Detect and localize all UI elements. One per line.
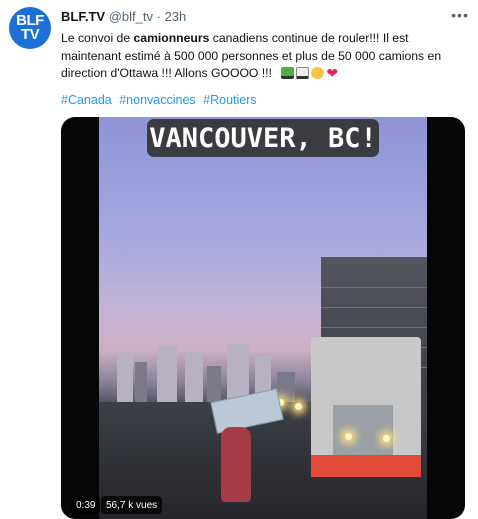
tweet[interactable]: BLF TV BLF.TV @blf_tv · 23h ••• Le convo… — [0, 0, 478, 519]
video-caption-banner: VANCOUVER, BC! — [147, 119, 379, 157]
truck-emoji-icon — [281, 67, 295, 79]
video-caption-text: VANCOUVER, BC! — [149, 122, 377, 154]
separator: · — [156, 9, 161, 24]
hashtag-link[interactable]: #nonvaccines — [119, 93, 195, 107]
hashtag-link[interactable]: #Canada — [61, 93, 112, 107]
tweet-header: BLF.TV @blf_tv · 23h — [61, 9, 186, 24]
video-views: 56,7 k vues — [101, 496, 163, 514]
tweet-text-bold: camionneurs — [133, 31, 210, 45]
video-player[interactable]: VANCOUVER, BC! 0:39 56,7 k vues — [61, 117, 465, 519]
truck-emoji-icon — [296, 67, 310, 79]
avatar-logo-line2: TV — [20, 26, 40, 43]
tweet-text-part1: Le convoi de — [61, 31, 134, 45]
display-name[interactable]: BLF.TV — [61, 9, 105, 24]
more-icon[interactable]: ••• — [448, 6, 472, 24]
emoji-group: ❤ — [281, 65, 339, 81]
headlight — [383, 435, 390, 442]
headlight — [345, 433, 352, 440]
fist-emoji-icon — [311, 67, 325, 79]
headlight — [295, 403, 302, 410]
avatar[interactable]: BLF TV — [9, 7, 51, 49]
video-duration: 0:39 — [71, 496, 101, 514]
tweet-text: Le convoi de camionneurs canadiens conti… — [61, 30, 466, 83]
truck — [311, 337, 421, 477]
hashtags: #Canada #nonvaccines #Routiers — [61, 93, 261, 107]
video-frame[interactable] — [99, 117, 427, 519]
person — [221, 427, 251, 502]
heart-emoji-icon: ❤ — [326, 65, 339, 81]
hashtag-link[interactable]: #Routiers — [203, 93, 257, 107]
handle[interactable]: @blf_tv — [109, 9, 153, 24]
timestamp[interactable]: 23h — [165, 9, 187, 24]
